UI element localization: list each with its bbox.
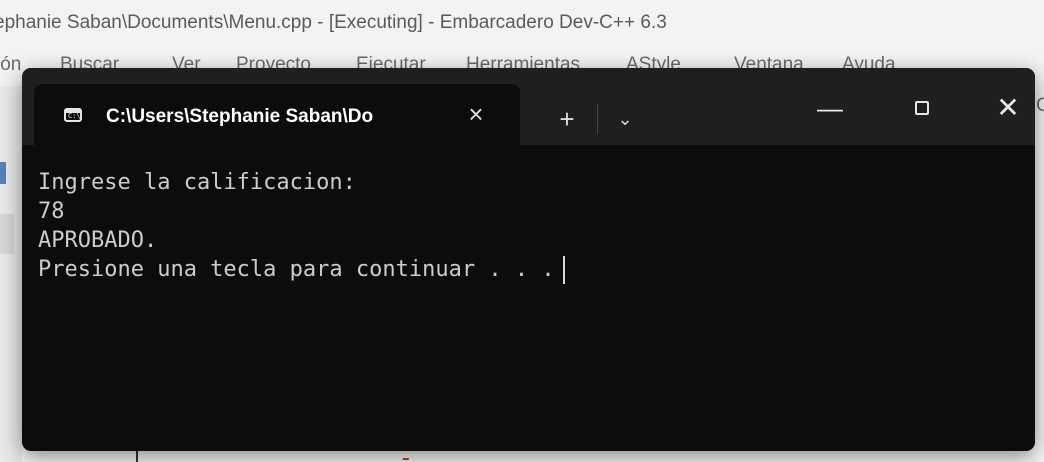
close-tab-icon[interactable]: × bbox=[464, 101, 488, 127]
output-line-continue: Presione una tecla para continuar . . . bbox=[38, 255, 1018, 284]
console-icon: C:\ bbox=[64, 108, 82, 122]
tab-title: C:\Users\Stephanie Saban\Do bbox=[106, 106, 374, 127]
terminal-tab-bar: C:\ C:\Users\Stephanie Saban\Do × + ⌄ — … bbox=[22, 68, 1035, 145]
text-cursor bbox=[562, 256, 565, 284]
close-window-button[interactable]: ✕ bbox=[980, 88, 1035, 128]
ide-right-label: G bbox=[1036, 95, 1044, 116]
chevron-down-icon[interactable]: ⌄ bbox=[612, 104, 638, 134]
output-line-input: 78 bbox=[38, 199, 65, 224]
terminal-output[interactable]: Ingrese la calificacion: 78 APROBADO. Pr… bbox=[38, 168, 1018, 438]
maximize-icon bbox=[915, 100, 929, 115]
console-icon-text: C:\ bbox=[68, 112, 81, 120]
terminal-tab[interactable]: C:\ C:\Users\Stephanie Saban\Do × bbox=[34, 84, 520, 145]
ide-side-panel bbox=[0, 86, 23, 462]
continue-text: Presione una tecla para continuar . . . bbox=[38, 257, 555, 282]
ide-menu-item[interactable]: ión bbox=[0, 54, 21, 76]
minimize-button[interactable]: — bbox=[802, 88, 858, 128]
output-line-prompt: Ingrese la calificacion: bbox=[38, 170, 356, 195]
ide-panel-block bbox=[0, 214, 14, 254]
tab-divider bbox=[597, 104, 598, 134]
maximize-button[interactable] bbox=[894, 88, 950, 128]
output-line-result: APROBADO. bbox=[38, 228, 158, 253]
ide-toolbar-mark bbox=[0, 162, 6, 184]
new-tab-button[interactable]: + bbox=[552, 104, 582, 134]
ide-title-bar: ephanie Saban\Documents\Menu.cpp - [Exec… bbox=[0, 0, 1044, 46]
terminal-window: C:\ C:\Users\Stephanie Saban\Do × + ⌄ — … bbox=[22, 68, 1035, 451]
